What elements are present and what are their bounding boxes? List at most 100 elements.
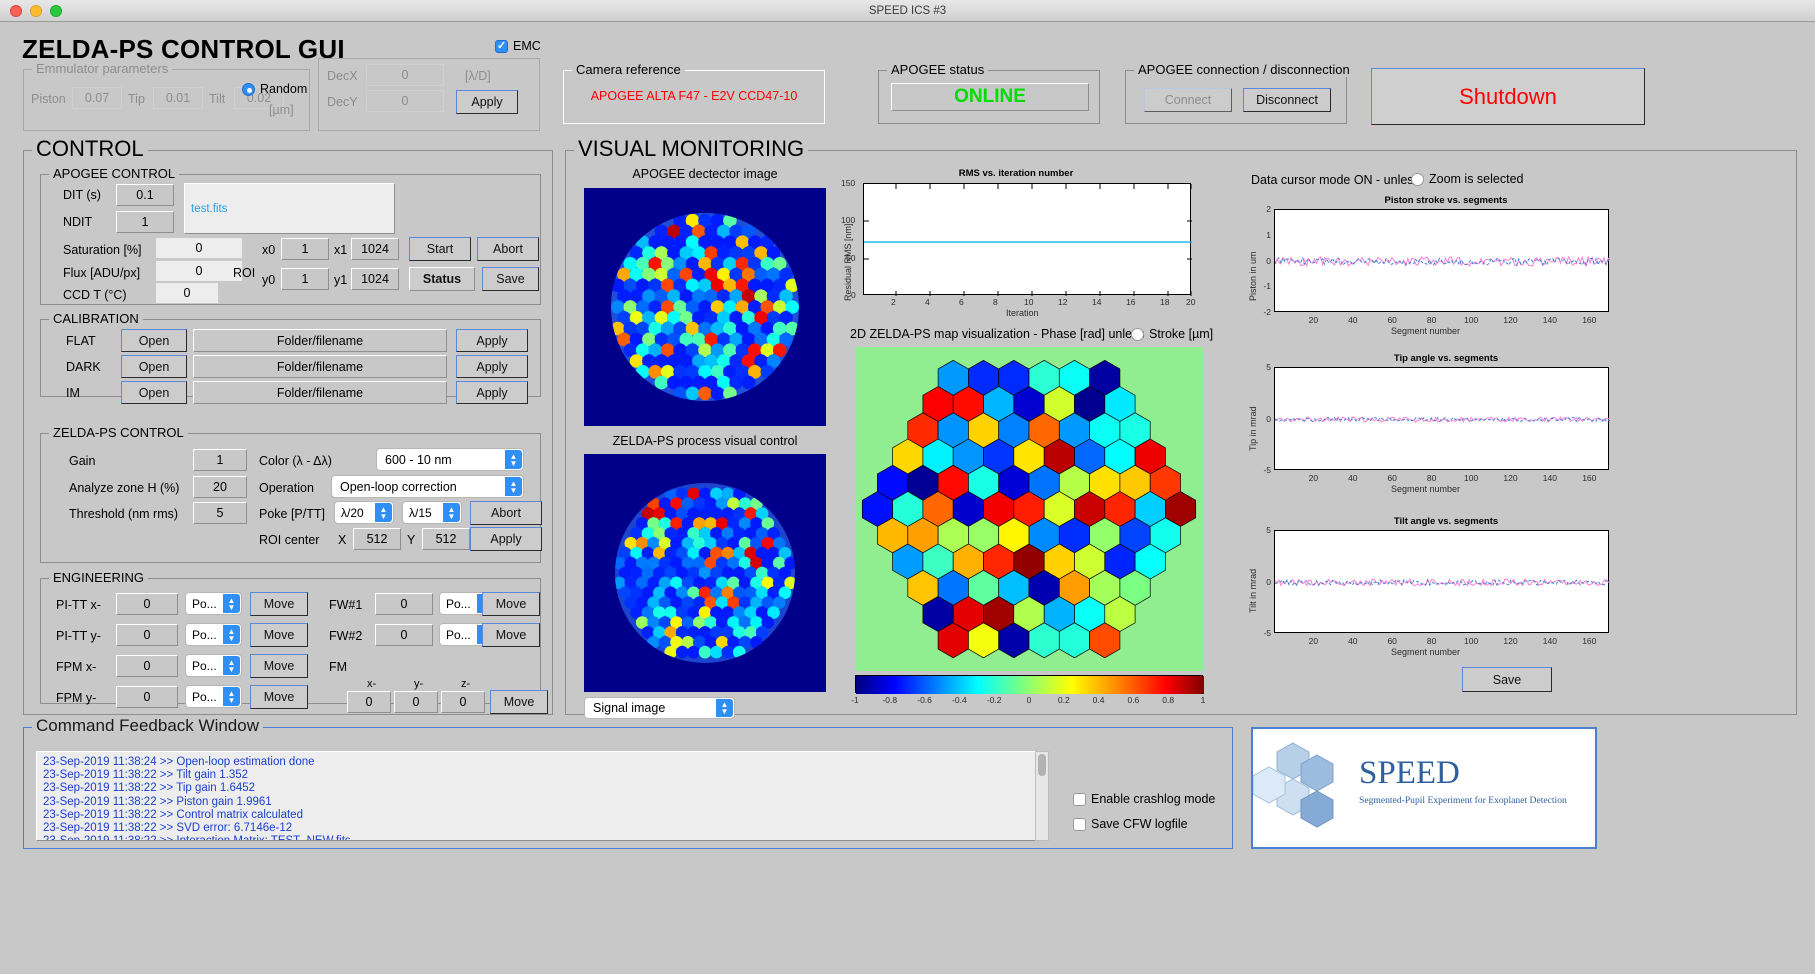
fpm-y-input[interactable]: 0 — [116, 686, 178, 708]
fw1-move-button[interactable]: Move — [482, 592, 540, 616]
tilt-chart-title: Tilt angle vs. segments — [1393, 516, 1499, 527]
feedback-scrollbar[interactable] — [1035, 751, 1049, 841]
axis-tick-x: 20 — [1308, 315, 1319, 325]
gain-input[interactable]: 1 — [193, 449, 247, 471]
fm-x-input[interactable]: 0 — [347, 691, 391, 713]
zelda-apply-button[interactable]: Apply — [470, 527, 542, 551]
crashlog-checkbox[interactable]: Enable crashlog mode — [1073, 792, 1215, 806]
pitt-y-move-button[interactable]: Move — [250, 623, 308, 647]
cfwlog-checkbox[interactable]: Save CFW logfile — [1073, 817, 1188, 831]
flat-path-input[interactable]: Folder/filename — [193, 329, 447, 352]
flat-open-button[interactable]: Open — [121, 329, 187, 352]
emulator-unit-label: [µm] — [269, 103, 294, 117]
y0-input[interactable]: 1 — [281, 268, 329, 290]
start-button[interactable]: Start — [409, 237, 471, 261]
visual-save-button[interactable]: Save — [1462, 667, 1552, 692]
fpm-x-input[interactable]: 0 — [116, 655, 178, 677]
fpm-x-move-button[interactable]: Move — [250, 654, 308, 678]
zoom-radio[interactable]: Zoom is selected — [1411, 172, 1523, 186]
map-colorbar — [855, 675, 1204, 694]
filename-display[interactable]: test.fits — [184, 183, 395, 234]
ndit-input[interactable]: 1 — [116, 211, 174, 233]
disconnect-button[interactable]: Disconnect — [1243, 88, 1331, 112]
decenter-apply-button[interactable]: Apply — [456, 90, 518, 114]
pitt-x-input[interactable]: 0 — [116, 593, 178, 615]
fpm-y-move-button[interactable]: Move — [250, 685, 308, 709]
feedback-listbox[interactable]: 23-Sep-2019 11:38:24 >> Open-loop estima… — [36, 751, 1047, 841]
emc-checkbox[interactable]: EMC — [495, 39, 541, 53]
color-dropdown[interactable]: 600 - 10 nm ▲ ▼ — [376, 448, 524, 471]
colorbar-tick: -0.4 — [952, 695, 967, 705]
decx-input[interactable]: 0 — [366, 64, 444, 86]
colorbar-tick: 0.2 — [1057, 695, 1070, 705]
ccdt-label: CCD T (°C) — [63, 288, 127, 302]
shutdown-button[interactable]: Shutdown — [1371, 68, 1645, 125]
tip-input[interactable]: 0.01 — [153, 87, 203, 109]
axis-tick-x: 40 — [1348, 636, 1358, 646]
fw2-input[interactable]: 0 — [375, 624, 433, 646]
random-radio[interactable]: Random — [242, 82, 307, 96]
analyze-zone-input[interactable]: 20 — [193, 476, 247, 498]
dark-path-input[interactable]: Folder/filename — [193, 355, 447, 378]
x0-input[interactable]: 1 — [281, 238, 329, 260]
apogee-detector-image[interactable] — [584, 188, 826, 426]
operation-dropdown[interactable]: Open-loop correction ▲ ▼ — [331, 475, 524, 498]
dit-input[interactable]: 0.1 — [116, 184, 174, 206]
fm-y-input[interactable]: 0 — [394, 691, 438, 713]
poke-tiptilt-dropdown[interactable]: λ/15 ▲ ▼ — [402, 501, 462, 524]
fw1-mode-value: Po... — [446, 596, 471, 611]
axis-tick-y: 5 — [1266, 525, 1271, 535]
x1-input[interactable]: 1024 — [351, 238, 399, 260]
pitt-y-input[interactable]: 0 — [116, 624, 178, 646]
radio-icon — [1131, 327, 1144, 341]
fw1-input[interactable]: 0 — [375, 593, 433, 615]
pitt-x-move-button[interactable]: Move — [250, 592, 308, 616]
abort-button[interactable]: Abort — [477, 237, 539, 261]
dark-open-button[interactable]: Open — [121, 355, 187, 378]
poke-piston-dropdown[interactable]: λ/20 ▲ ▼ — [334, 501, 394, 524]
tip-chart-axes[interactable] — [1274, 367, 1611, 470]
piston-input[interactable]: 0.07 — [72, 87, 122, 109]
fm-move-button[interactable]: Move — [490, 690, 548, 714]
stroke-radio[interactable]: Stroke [µm] — [1131, 327, 1213, 341]
pitt-y-mode-dropdown[interactable]: Po... ▲ ▼ — [185, 623, 242, 646]
fm-z-input[interactable]: 0 — [441, 691, 485, 713]
fpm-y-label: FPM y- — [56, 691, 97, 705]
zelda-abort-button[interactable]: Abort — [470, 501, 542, 525]
axis-tick-y: 1 — [1266, 229, 1271, 240]
zelda-process-image[interactable] — [584, 454, 826, 692]
im-open-button[interactable]: Open — [121, 381, 187, 404]
process-image-title: ZELDA-PS process visual control — [612, 434, 798, 448]
connect-button[interactable]: Connect — [1144, 88, 1232, 112]
pitt-x-mode-dropdown[interactable]: Po... ▲ ▼ — [185, 592, 242, 615]
rms-chart-axes[interactable] — [863, 183, 1192, 296]
fpm-y-mode-dropdown[interactable]: Po... ▲ ▼ — [185, 685, 242, 708]
piston-chart-axes[interactable] — [1274, 209, 1611, 312]
flat-apply-button[interactable]: Apply — [456, 329, 528, 352]
y1-input[interactable]: 1024 — [351, 268, 399, 290]
signal-image-dropdown[interactable]: Signal image ▲ ▼ — [584, 697, 735, 719]
checkbox-icon — [1073, 817, 1086, 831]
tilt-chart-axes[interactable] — [1274, 530, 1611, 633]
poke-piston-value: λ/20 — [341, 505, 364, 520]
roi-x-input[interactable]: 512 — [353, 528, 401, 550]
im-path-input[interactable]: Folder/filename — [193, 381, 447, 404]
fpm-x-mode-dropdown[interactable]: Po... ▲ ▼ — [185, 654, 242, 677]
status-button[interactable]: Status — [409, 267, 475, 291]
decy-input[interactable]: 0 — [366, 90, 444, 112]
apogee-status-title: APOGEE status — [887, 62, 989, 77]
roi-y-input[interactable]: 512 — [422, 528, 470, 550]
apogee-save-button[interactable]: Save — [482, 267, 539, 291]
fw2-move-button[interactable]: Move — [482, 623, 540, 647]
dark-apply-button[interactable]: Apply — [456, 355, 528, 378]
operation-dropdown-value: Open-loop correction — [340, 479, 457, 494]
threshold-input[interactable]: 5 — [193, 502, 247, 524]
crashlog-label: Enable crashlog mode — [1091, 792, 1216, 806]
engineering-title: ENGINEERING — [49, 570, 149, 585]
im-apply-button[interactable]: Apply — [456, 381, 528, 404]
rms-xtick-18: 18 — [1160, 297, 1170, 307]
zelda-2d-map[interactable] — [855, 347, 1203, 671]
signal-image-value: Signal image — [593, 701, 666, 715]
control-panel: CONTROL APOGEE CONTROL DIT (s) 0.1 NDIT … — [23, 136, 553, 715]
scrollbar-thumb[interactable] — [1038, 754, 1046, 776]
